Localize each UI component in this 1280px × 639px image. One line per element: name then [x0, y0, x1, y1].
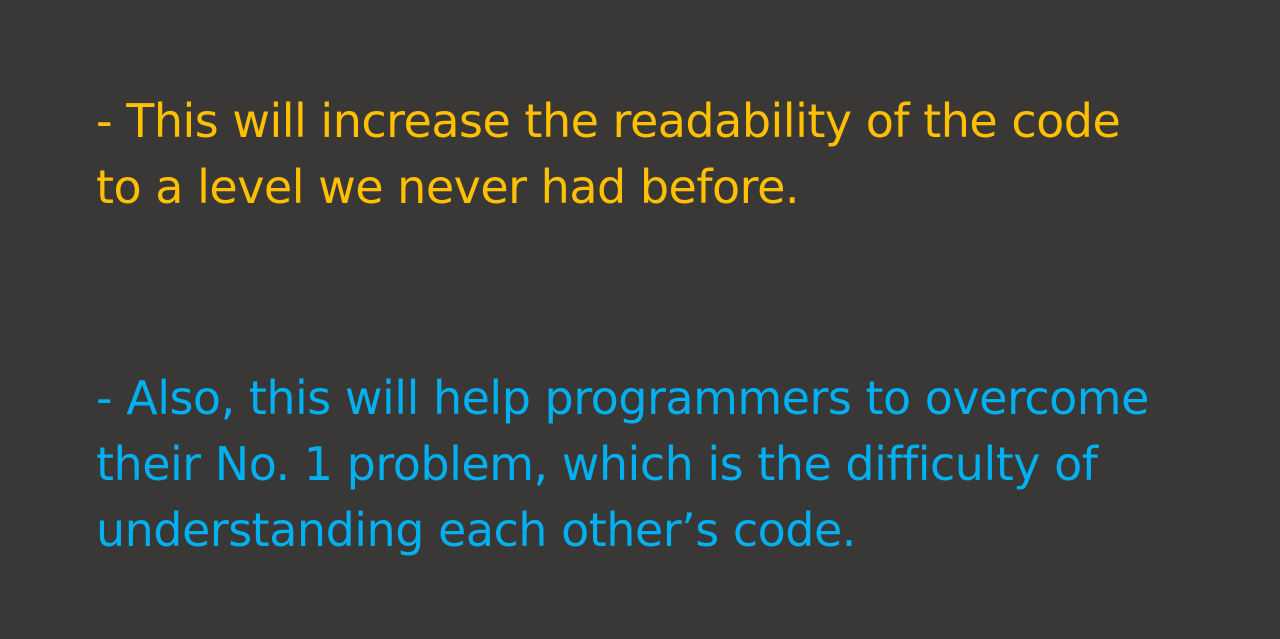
slide: - This will increase the readability of … — [0, 0, 1280, 639]
paragraph-line: their No. 1 problem, which is the diffic… — [96, 437, 1098, 491]
paragraph-programmers: - Also, this will help programmers to ov… — [96, 365, 1149, 563]
paragraph-line: - This will increase the readability of … — [96, 94, 1121, 148]
paragraph-readability: - This will increase the readability of … — [96, 88, 1121, 220]
paragraph-line: to a level we never had before. — [96, 160, 800, 214]
paragraph-line: understanding each other’s code. — [96, 503, 856, 557]
paragraph-line: - Also, this will help programmers to ov… — [96, 371, 1149, 425]
